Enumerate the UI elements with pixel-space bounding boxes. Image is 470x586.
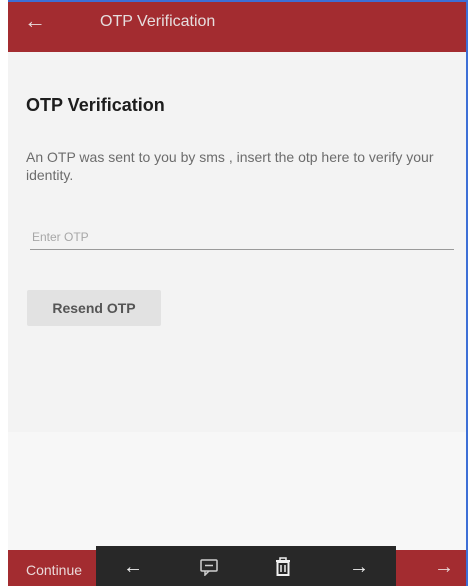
- app-bar-title: OTP Verification: [100, 13, 216, 30]
- continue-button[interactable]: Continue: [26, 562, 82, 578]
- page-title: OTP Verification: [26, 95, 165, 115]
- trash-icon[interactable]: [268, 554, 298, 580]
- app-screen: ← OTP Verification OTP Verification An O…: [8, 0, 468, 586]
- otp-input[interactable]: [30, 224, 454, 250]
- comment-icon[interactable]: [194, 554, 224, 580]
- content-background: [8, 432, 466, 552]
- navigation-overlay: ← →: [96, 546, 396, 586]
- arrow-left-icon[interactable]: ←: [118, 554, 148, 580]
- resend-otp-button[interactable]: Resend OTP: [27, 290, 161, 326]
- arrow-right-icon[interactable]: →: [434, 556, 454, 579]
- otp-description: An OTP was sent to you by sms , insert t…: [26, 149, 434, 183]
- arrow-right-icon[interactable]: →: [344, 554, 374, 580]
- arrow-left-icon[interactable]: ←: [24, 8, 46, 34]
- app-bar: ← OTP Verification: [8, 2, 466, 52]
